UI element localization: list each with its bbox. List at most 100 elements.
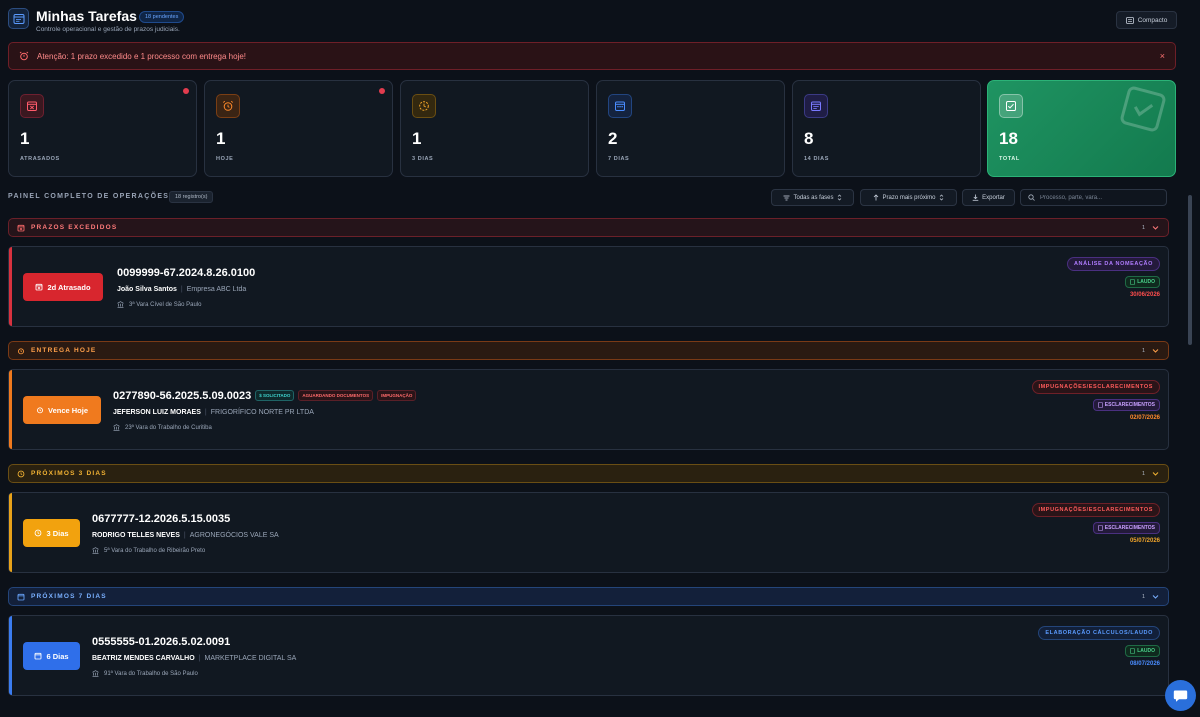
section-header-proximos-7-dias[interactable]: PRÓXIMOS 7 DIAS 1 [8, 587, 1169, 606]
chevron-down-icon[interactable] [1151, 346, 1160, 355]
calendar-range-icon [804, 94, 828, 118]
section-header-entrega-hoje[interactable]: ENTREGA HOJE 1 [8, 341, 1169, 360]
stat-card-7-dias[interactable]: 2 7 DIAS [596, 80, 785, 177]
party-separator: | [198, 655, 201, 662]
checklist-icon [999, 94, 1023, 118]
chevron-down-icon[interactable] [1151, 592, 1160, 601]
status-label: 6 Dias [46, 651, 69, 661]
party-name: BEATRIZ MENDES CARVALHO [92, 655, 195, 662]
task-card[interactable]: 6 Dias 0555555-01.2026.5.02.0091 BEATRIZ… [8, 615, 1169, 696]
section-header-proximos-3-dias[interactable]: PRÓXIMOS 3 DIAS 1 [8, 464, 1169, 483]
party-separator: | [204, 409, 207, 416]
due-date: 30/06/2026 [1129, 292, 1160, 298]
document-icon [1130, 279, 1136, 285]
export-button[interactable]: Exportar [962, 189, 1015, 206]
chevron-updown-icon [939, 194, 943, 201]
calendar-x-icon [20, 94, 44, 118]
party-line: JEFERSON LUIZ MORAES | FRIGORÍFICO NORTE P… [113, 409, 314, 416]
chevron-down-icon[interactable] [1151, 469, 1160, 478]
process-number[interactable]: 0099999-67.2024.8.26.0100 [117, 267, 255, 279]
clock-dashed-icon [412, 94, 436, 118]
stat-card-hoje[interactable]: 1 HOJE [204, 80, 393, 177]
phase-filter-select[interactable]: Todas as fases [771, 189, 854, 206]
due-date: 05/07/2026 [1129, 538, 1160, 544]
status-label: 3 Dias [46, 528, 69, 538]
section-title: PRÓXIMOS 3 DIAS [31, 470, 107, 477]
calendar-x-icon [36, 283, 43, 291]
records-count-badge: 18 registro(s) [169, 191, 214, 203]
sort-select[interactable]: Prazo mais próximo [860, 189, 957, 206]
sort-label: Prazo mais próximo [882, 194, 936, 201]
status-button-3-dias[interactable]: 3 Dias [23, 519, 80, 547]
checklist-watermark-icon [1120, 86, 1166, 132]
search-box[interactable] [1020, 189, 1167, 206]
stat-value: 1 [412, 129, 422, 148]
panel-title: PAINEL COMPLETO DE OPERAÇÕES [8, 193, 170, 200]
alarm-clock-icon [216, 94, 240, 118]
party-separator: | [180, 286, 183, 293]
scrollbar-thumb[interactable] [1188, 195, 1192, 345]
party-line: BEATRIZ MENDES CARVALHO | MARKETPLACE DIGI… [92, 655, 296, 662]
card-accent [9, 247, 12, 326]
card-accent [9, 493, 12, 572]
card-accent [9, 370, 12, 449]
courthouse-icon [113, 424, 120, 431]
process-number[interactable]: 0677777-12.2026.5.15.0035 [92, 513, 230, 525]
page-title: Minhas Tarefas [36, 8, 137, 24]
card-accent [9, 616, 12, 695]
stat-card-atrasados[interactable]: 1 ATRASADOS [8, 80, 197, 177]
stat-card-14-dias[interactable]: 8 14 DIAS [792, 80, 981, 177]
search-input[interactable] [1040, 194, 1160, 201]
compact-label: Compacto [1137, 16, 1168, 24]
calendar-icon [35, 652, 42, 660]
court-line: 3ª Vara Cível de São Paulo [117, 301, 202, 308]
compact-icon [1125, 16, 1134, 24]
stat-label: 7 DIAS [608, 156, 630, 162]
stat-label: 14 DIAS [804, 156, 829, 162]
court-line: 91ª Vara do Trabalho de São Paulo [92, 670, 198, 677]
task-card[interactable]: Vence Hoje 0277890-56.2025.5.09.0023 $ SO… [8, 369, 1169, 450]
courthouse-icon [117, 301, 124, 308]
type-badge: ESCLARECIMENTOS [1092, 399, 1160, 411]
document-icon [1130, 648, 1136, 654]
stat-value: 2 [608, 129, 618, 148]
alert-dot [183, 88, 189, 94]
process-number[interactable]: 0277890-56.2025.5.09.0023 [113, 390, 251, 402]
stat-card-3-dias[interactable]: 1 3 DIAS [400, 80, 589, 177]
type-badge: LAUDO [1125, 276, 1160, 288]
stat-card-total[interactable]: 18 TOTAL [987, 80, 1176, 177]
type-badge: ESCLARECIMENTOS [1092, 522, 1160, 534]
status-button-vence-hoje[interactable]: Vence Hoje [23, 396, 101, 424]
status-button-6-dias[interactable]: 6 Dias [23, 642, 80, 670]
section-count: 1 [1141, 471, 1145, 477]
scrollbar[interactable] [1188, 190, 1193, 710]
status-button-atrasado[interactable]: 2d Atrasado [23, 273, 103, 301]
chevron-down-icon[interactable] [1151, 223, 1160, 232]
process-number[interactable]: 0555555-01.2026.5.02.0091 [92, 636, 230, 648]
task-card[interactable]: 3 Dias 0677777-12.2026.5.15.0035 RODRIGO… [8, 492, 1169, 573]
courthouse-icon [92, 670, 99, 677]
phase-badge: IMPUGNAÇÕES/ESCLARECIMENTOS [1031, 503, 1160, 517]
tag-impugnacao: IMPUGNAÇÃO [377, 390, 417, 401]
section-header-prazos-excedidos[interactable]: PRAZOS EXCEDIDOS 1 [8, 218, 1169, 237]
alarm-icon [19, 51, 29, 61]
compact-view-button[interactable]: Compacto [1116, 11, 1177, 29]
stat-label: 3 DIAS [412, 156, 434, 162]
calendar-x-icon [17, 224, 25, 231]
due-date: 08/07/2026 [1129, 661, 1160, 667]
chat-button[interactable] [1165, 680, 1196, 711]
stat-label: HOJE [216, 156, 234, 162]
alert-dot [379, 88, 385, 94]
close-icon[interactable]: × [1160, 51, 1165, 61]
alarm-clock-icon [18, 347, 24, 354]
court-name: 23ª Vara do Trabalho de Curitiba [125, 424, 212, 431]
clock-icon [17, 470, 25, 477]
task-card[interactable]: 2d Atrasado 0099999-67.2024.8.26.0100 Jo… [8, 246, 1169, 327]
stat-value: 18 [999, 129, 1018, 148]
deadline-alert: Atenção: 1 prazo excedido e 1 processo c… [8, 42, 1176, 70]
due-date: 02/07/2026 [1129, 415, 1160, 421]
calendar-icon [608, 94, 632, 118]
party-name: RODRIGO TELLES NEVES [92, 532, 180, 539]
section-title: ENTREGA HOJE [31, 347, 97, 354]
section-title: PRAZOS EXCEDIDOS [31, 224, 118, 231]
